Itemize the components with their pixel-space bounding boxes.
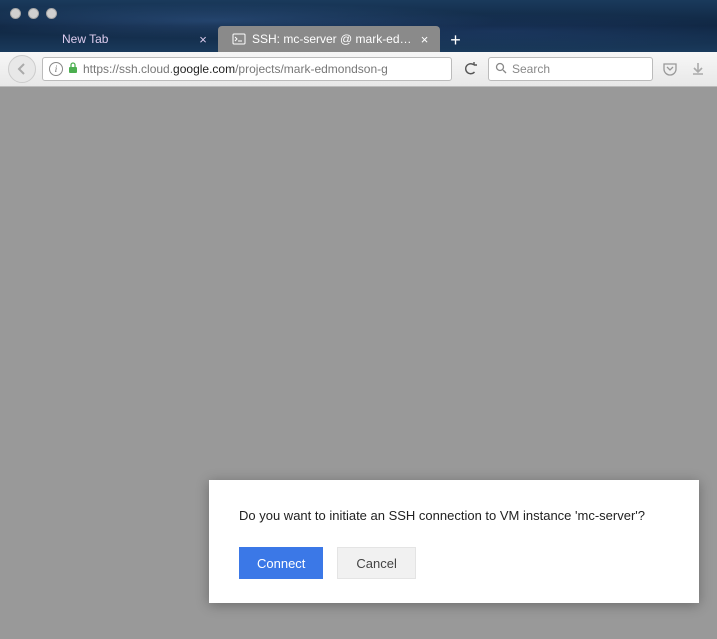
new-tab-button[interactable]: +: [444, 28, 468, 52]
window-titlebar: New Tab × SSH: mc-server @ mark-ed… × +: [0, 0, 717, 52]
close-icon[interactable]: ×: [196, 32, 210, 46]
minimize-window-button[interactable]: [28, 8, 39, 19]
traffic-lights: [0, 0, 67, 27]
cancel-button[interactable]: Cancel: [337, 547, 415, 579]
search-icon: [495, 62, 507, 77]
close-icon[interactable]: ×: [418, 32, 432, 46]
dialog-message: Do you want to initiate an SSH connectio…: [239, 508, 669, 523]
ssh-connect-dialog: Do you want to initiate an SSH connectio…: [209, 480, 699, 603]
tab-new-tab[interactable]: New Tab ×: [48, 26, 218, 52]
terminal-icon: [232, 32, 246, 46]
tab-label: SSH: mc-server @ mark-ed…: [252, 32, 412, 46]
url-text: https://ssh.cloud.google.com/projects/ma…: [83, 62, 445, 76]
info-icon[interactable]: i: [49, 62, 63, 76]
search-bar[interactable]: Search: [488, 57, 653, 81]
tab-label: New Tab: [62, 32, 108, 46]
address-bar[interactable]: i https://ssh.cloud.google.com/projects/…: [42, 57, 452, 81]
browser-toolbar: i https://ssh.cloud.google.com/projects/…: [0, 52, 717, 87]
back-button[interactable]: [8, 55, 36, 83]
zoom-window-button[interactable]: [46, 8, 57, 19]
close-window-button[interactable]: [10, 8, 21, 19]
tab-strip: New Tab × SSH: mc-server @ mark-ed… × +: [48, 26, 468, 52]
page-content: Do you want to initiate an SSH connectio…: [0, 87, 717, 639]
dialog-buttons: Connect Cancel: [239, 547, 669, 579]
search-placeholder: Search: [512, 62, 550, 76]
download-icon[interactable]: [687, 58, 709, 80]
pocket-icon[interactable]: [659, 58, 681, 80]
lock-icon: [68, 62, 78, 76]
connect-button[interactable]: Connect: [239, 547, 323, 579]
reload-button[interactable]: [458, 57, 482, 81]
tab-ssh-session[interactable]: SSH: mc-server @ mark-ed… ×: [218, 26, 440, 52]
